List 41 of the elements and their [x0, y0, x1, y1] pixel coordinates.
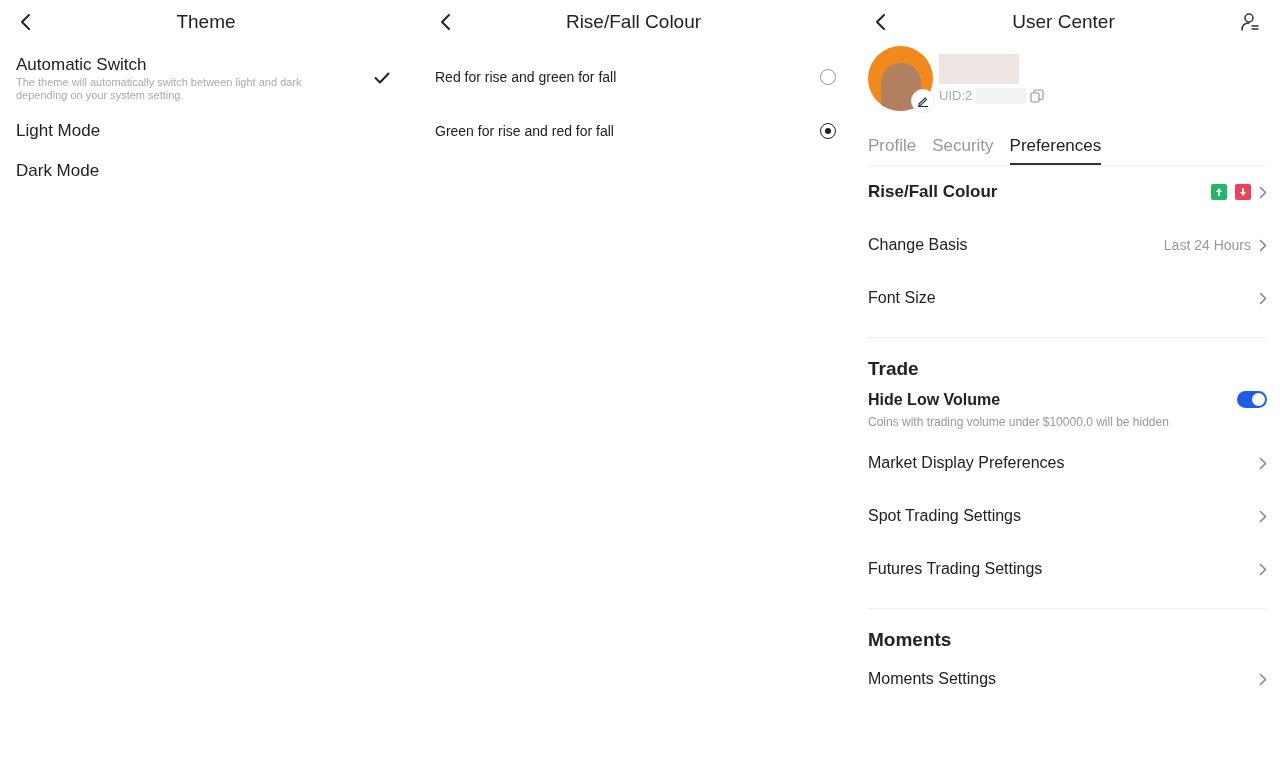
chevron-right-icon	[1259, 238, 1267, 252]
user-settings-icon[interactable]	[1240, 12, 1260, 32]
chevron-right-icon	[1259, 456, 1267, 470]
chevron-right-icon	[1259, 672, 1267, 686]
theme-option[interactable]: Light Mode	[16, 120, 404, 160]
page-title: Theme	[176, 9, 236, 34]
page-title: User Center	[1012, 9, 1115, 34]
toggle-switch[interactable]	[1237, 390, 1267, 408]
option-label: Green for rise and red for fall	[435, 121, 614, 141]
option-label: Light Mode	[16, 120, 101, 142]
option-label: Dark Mode	[16, 160, 100, 182]
chevron-right-icon	[1259, 291, 1267, 305]
option-label: Automatic Switch	[16, 54, 148, 76]
settings-row[interactable]: Rise/Fall Colour	[868, 165, 1267, 219]
edit-icon[interactable]	[911, 89, 935, 113]
row-label: Hide Low Volume	[868, 389, 1002, 410]
theme-option[interactable]: Automatic Switch The theme will automatically switch between light and dark depending on your system setting.	[16, 54, 404, 120]
tab[interactable]: Preferences	[1009, 133, 1102, 165]
option-label: Red for rise and green for fall	[435, 67, 617, 87]
section-header: Moments	[868, 627, 953, 652]
back-icon[interactable]	[20, 13, 32, 31]
settings-row[interactable]: Market Display Preferences	[868, 436, 1267, 490]
chevron-right-icon	[1259, 562, 1267, 576]
row-description: Coins with trading volume under $10000.0 will be hidden	[868, 413, 1170, 431]
settings-row[interactable]: Spot Trading Settings	[868, 489, 1267, 543]
settings-row[interactable]: Moments Settings	[868, 652, 1267, 706]
copy-icon[interactable]	[1030, 88, 1045, 103]
settings-row[interactable]: Font Size	[868, 271, 1267, 325]
back-icon[interactable]	[875, 13, 887, 31]
option-description: The theme will automatically switch between light and dark depending on your system setting.	[16, 76, 303, 102]
row-value: Last 24 Hours	[1163, 235, 1251, 255]
back-icon[interactable]	[440, 13, 452, 31]
settings-row[interactable]: Change Basis Last 24 Hours	[868, 218, 1267, 272]
chevron-right-icon	[1259, 185, 1267, 199]
settings-row[interactable]: Futures Trading Settings	[868, 542, 1267, 596]
section-header: Trade	[868, 356, 920, 381]
theme-option[interactable]: Dark Mode	[16, 160, 404, 200]
uid-label: UID:2	[939, 87, 973, 105]
checkmark-icon	[374, 72, 390, 84]
page-title: Rise/Fall Colour	[565, 9, 702, 34]
chevron-right-icon	[1259, 509, 1267, 523]
